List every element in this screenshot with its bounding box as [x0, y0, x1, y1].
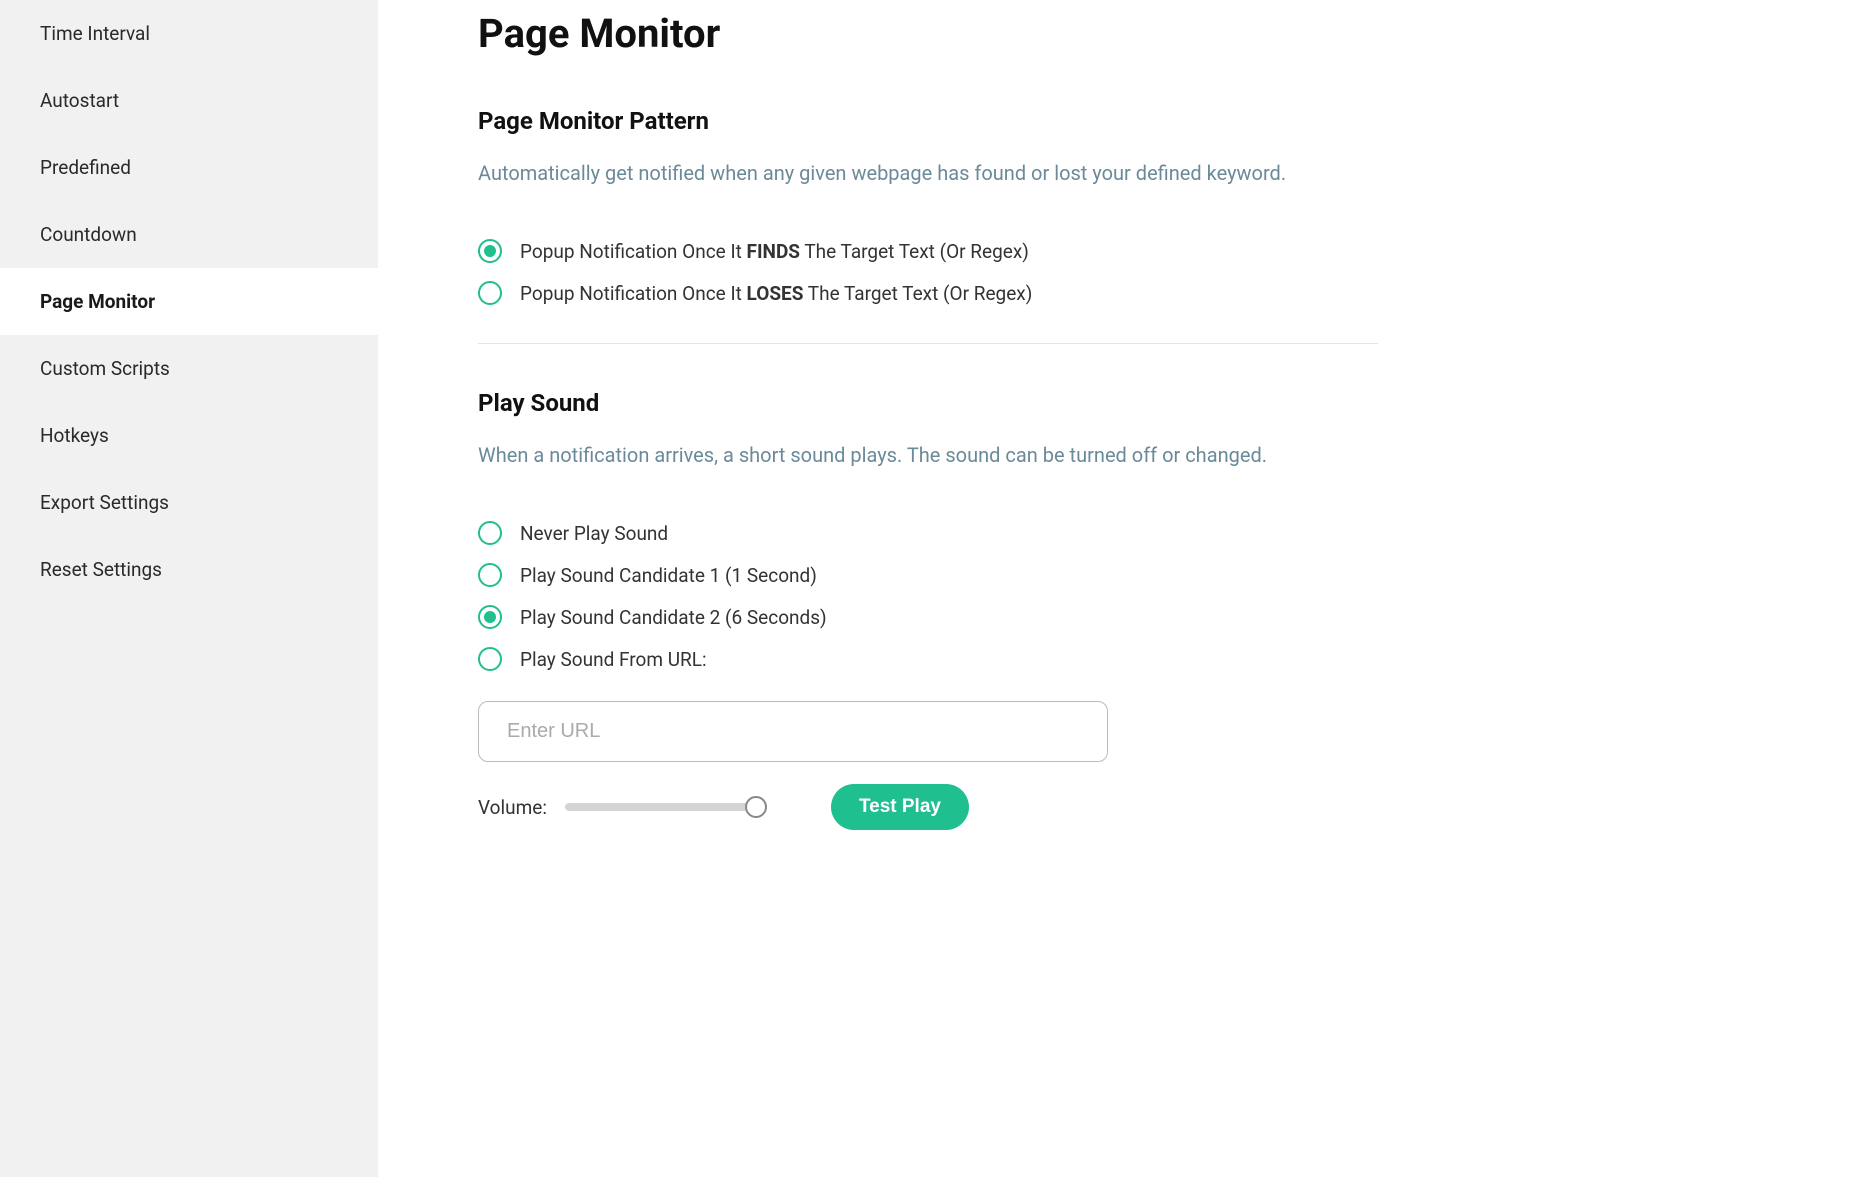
pattern-section-title: Page Monitor Pattern	[478, 107, 1378, 135]
radio-label: Popup Notification Once It FINDS The Tar…	[520, 240, 1029, 263]
radio-label: Play Sound From URL:	[520, 648, 707, 671]
sound-option-never[interactable]: Never Play Sound	[478, 521, 1378, 545]
pattern-option-loses[interactable]: Popup Notification Once It LOSES The Tar…	[478, 281, 1378, 305]
slider-track	[565, 803, 765, 811]
pattern-option-finds[interactable]: Popup Notification Once It FINDS The Tar…	[478, 239, 1378, 263]
radio-label: Never Play Sound	[520, 522, 668, 545]
sidebar-item-reset-settings[interactable]: Reset Settings	[0, 536, 378, 603]
radio-label: Play Sound Candidate 1 (1 Second)	[520, 564, 817, 587]
main-content: Page Monitor Page Monitor Pattern Automa…	[378, 0, 1478, 1177]
radio-icon[interactable]	[478, 563, 502, 587]
sound-section-description: When a notification arrives, a short sou…	[478, 439, 1378, 471]
sidebar-item-hotkeys[interactable]: Hotkeys	[0, 402, 378, 469]
radio-label: Popup Notification Once It LOSES The Tar…	[520, 282, 1032, 305]
sound-section: Play Sound When a notification arrives, …	[478, 389, 1378, 830]
sidebar-item-export-settings[interactable]: Export Settings	[0, 469, 378, 536]
sound-option-candidate-1[interactable]: Play Sound Candidate 1 (1 Second)	[478, 563, 1378, 587]
volume-label: Volume:	[478, 796, 547, 819]
section-divider	[478, 343, 1378, 344]
test-play-button[interactable]: Test Play	[831, 784, 969, 830]
slider-thumb[interactable]	[745, 796, 767, 818]
pattern-section: Page Monitor Pattern Automatically get n…	[478, 107, 1378, 305]
sound-option-candidate-2[interactable]: Play Sound Candidate 2 (6 Seconds)	[478, 605, 1378, 629]
volume-row: Volume: Test Play	[478, 784, 1378, 830]
sidebar-item-countdown[interactable]: Countdown	[0, 201, 378, 268]
radio-icon[interactable]	[478, 647, 502, 671]
sidebar-item-page-monitor[interactable]: Page Monitor	[0, 268, 378, 335]
sound-option-from-url[interactable]: Play Sound From URL:	[478, 647, 1378, 671]
sidebar-item-autostart[interactable]: Autostart	[0, 67, 378, 134]
pattern-section-description: Automatically get notified when any give…	[478, 157, 1378, 189]
radio-icon[interactable]	[478, 521, 502, 545]
sidebar-item-predefined[interactable]: Predefined	[0, 134, 378, 201]
page-title: Page Monitor	[478, 10, 1378, 57]
radio-icon[interactable]	[478, 281, 502, 305]
radio-icon[interactable]	[478, 605, 502, 629]
sidebar: Time Interval Autostart Predefined Count…	[0, 0, 378, 1177]
sidebar-item-time-interval[interactable]: Time Interval	[0, 0, 378, 67]
radio-icon[interactable]	[478, 239, 502, 263]
radio-label: Play Sound Candidate 2 (6 Seconds)	[520, 606, 827, 629]
volume-slider[interactable]	[565, 797, 765, 817]
sound-url-input[interactable]	[478, 701, 1108, 762]
sidebar-item-custom-scripts[interactable]: Custom Scripts	[0, 335, 378, 402]
sound-section-title: Play Sound	[478, 389, 1378, 417]
